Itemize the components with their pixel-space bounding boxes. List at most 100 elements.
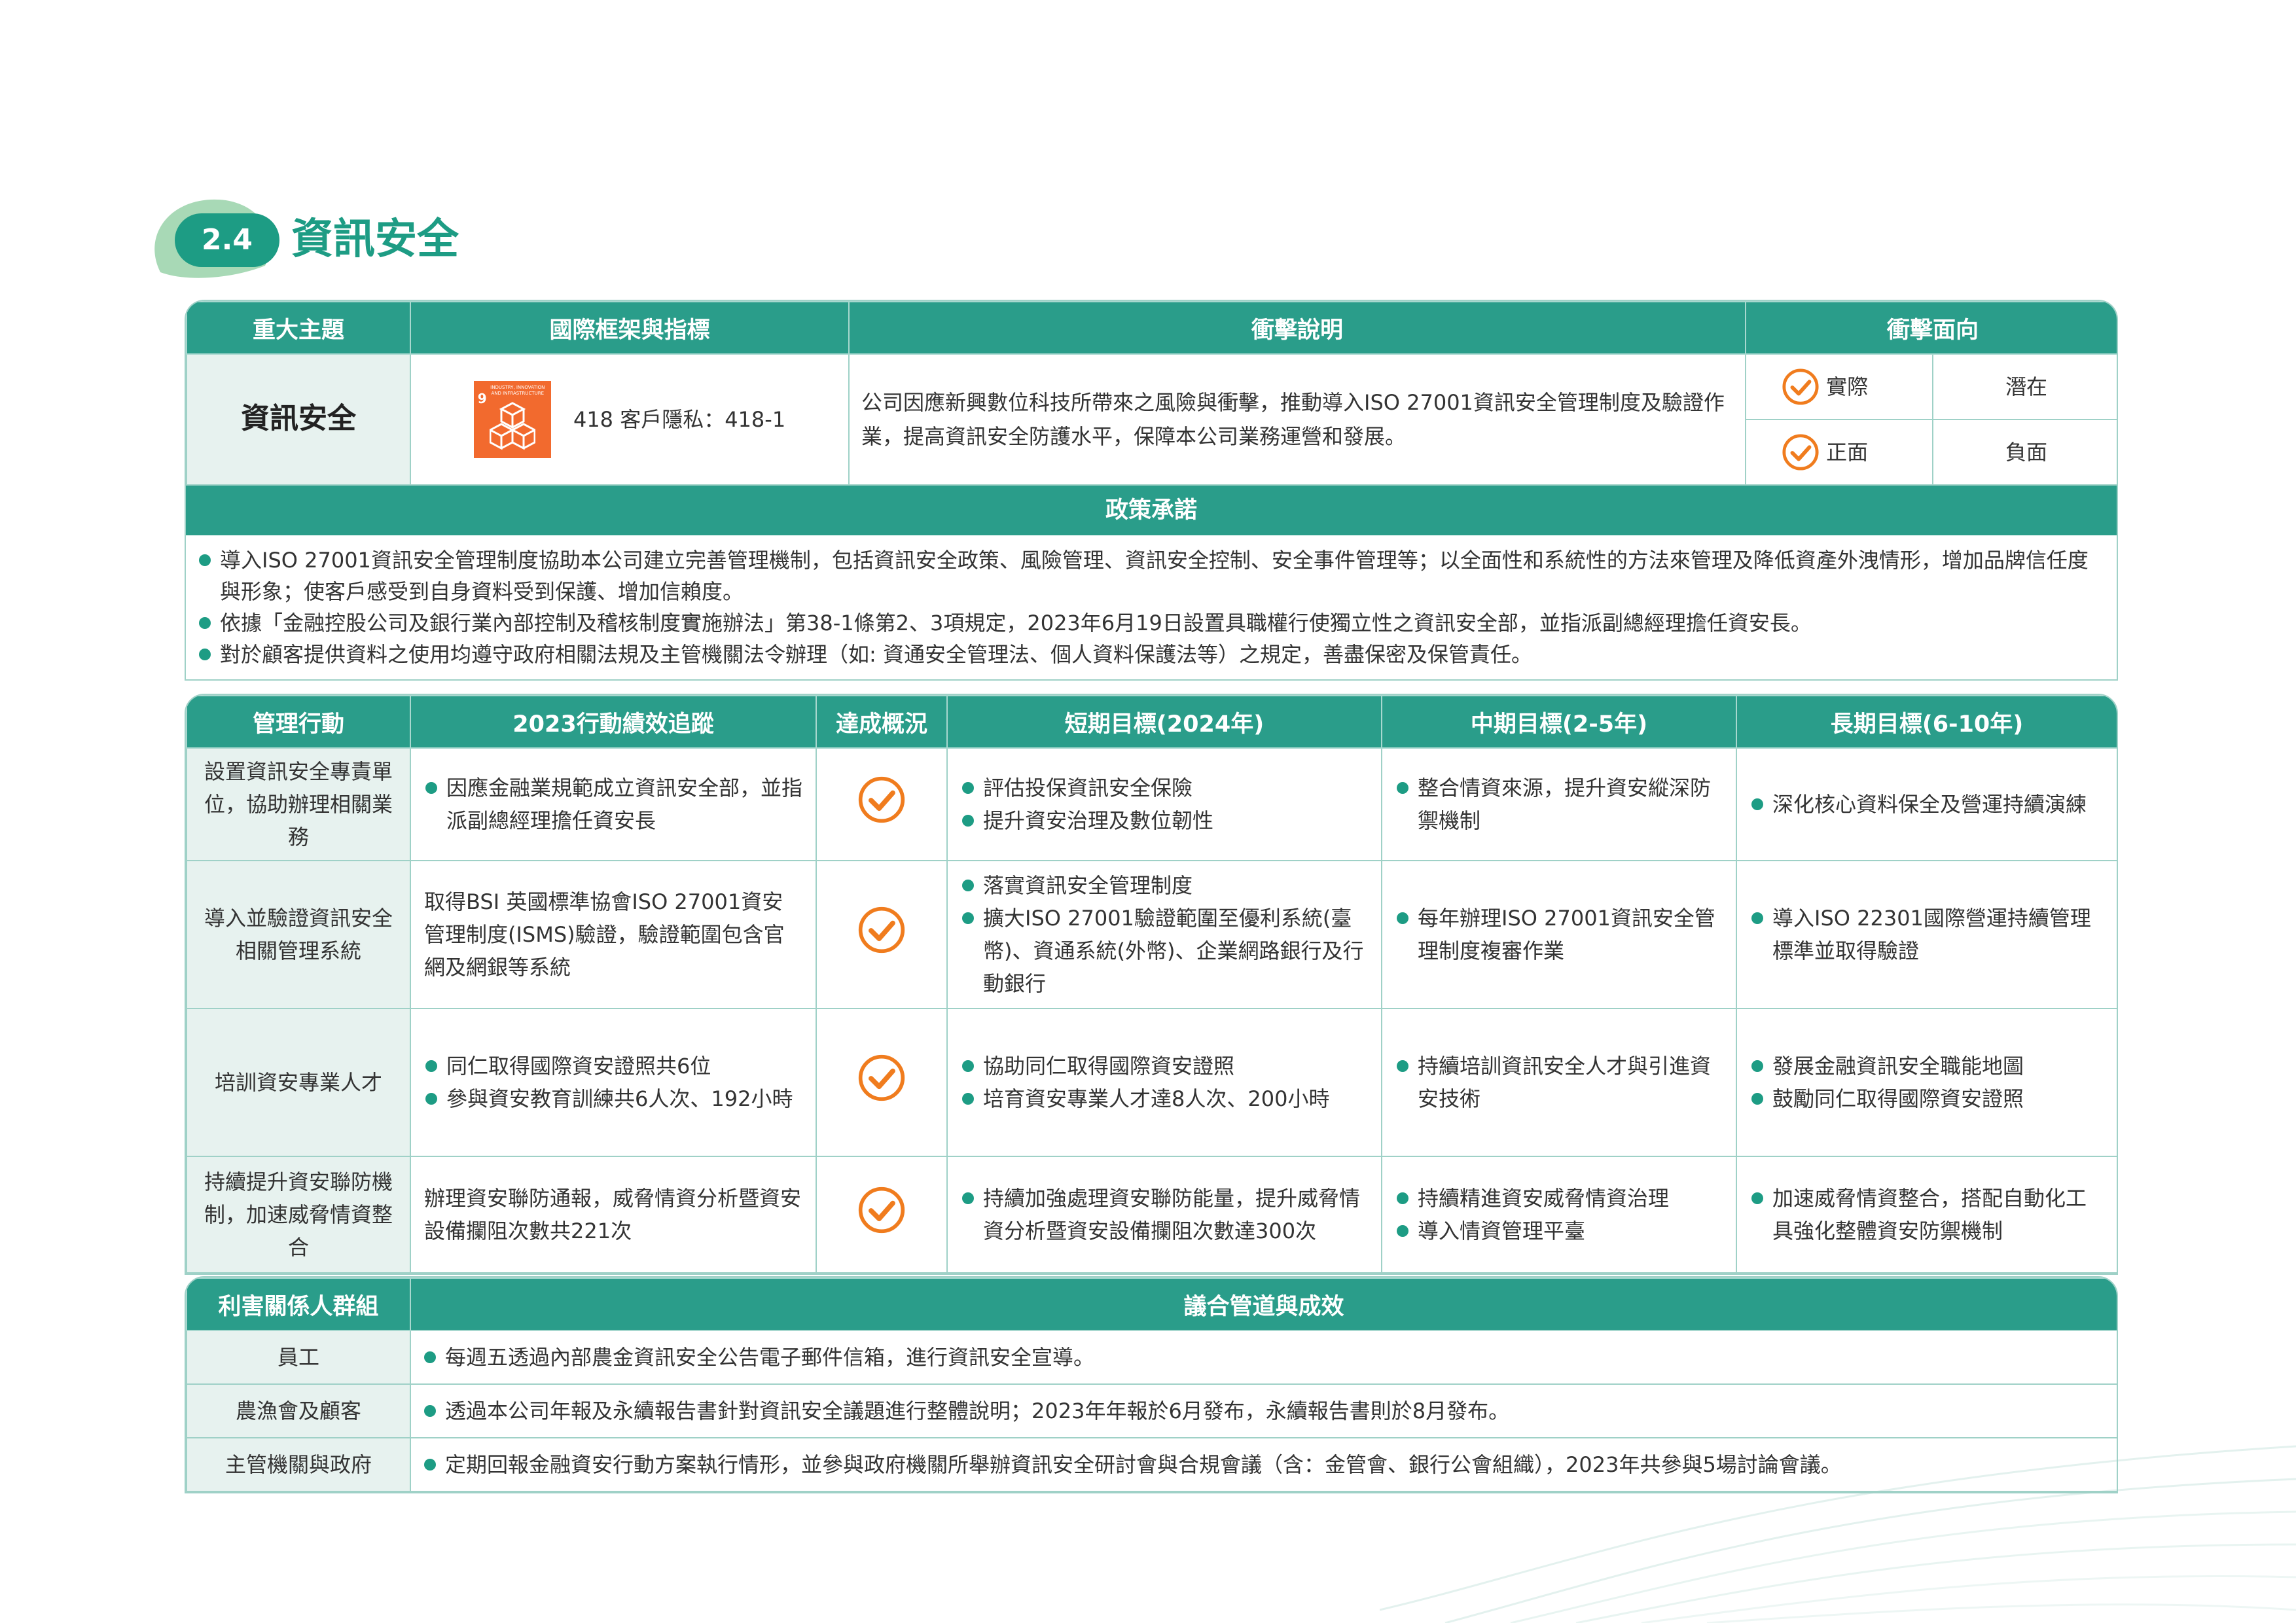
bullet-icon bbox=[425, 1093, 437, 1105]
bullet-icon bbox=[425, 782, 437, 794]
header-impact: 衝擊說明 bbox=[848, 301, 1746, 355]
bullet-icon bbox=[424, 1405, 436, 1417]
engagement-cell: 透過本公司年報及永續報告書針對資訊安全議題進行整體說明；2023年年報於6月發布… bbox=[410, 1383, 2117, 1438]
list-item: 持續培訓資訊安全人才與引進資安技術 bbox=[1395, 1050, 1723, 1115]
indicator-text: 418 客戶隱私：418-1 bbox=[573, 407, 786, 432]
table-row: 員工 每週五透過內部農金資訊安全公告電子郵件信箱，進行資訊安全宣導。 bbox=[186, 1330, 2117, 1385]
check-circle-icon bbox=[857, 1186, 906, 1240]
list-item: 提升資安治理及數位韌性 bbox=[961, 804, 1368, 837]
bullet-icon bbox=[199, 554, 211, 566]
actions-table: 管理行動 2023行動績效追蹤 達成概況 短期目標(2024年) 中期目標(2-… bbox=[186, 695, 2117, 1274]
header-short-term: 短期目標(2024年) bbox=[946, 695, 1382, 749]
stakeholder-group: 主管機關與政府 bbox=[186, 1437, 411, 1492]
actions-card: 管理行動 2023行動績效追蹤 達成概況 短期目標(2024年) 中期目標(2-… bbox=[185, 694, 2118, 1275]
status-cell bbox=[816, 1156, 948, 1274]
aspect-actual: 實際 bbox=[1826, 374, 1869, 399]
header-engagement: 議合管道與成效 bbox=[410, 1277, 2117, 1331]
check-circle-icon bbox=[857, 906, 906, 960]
mid-term-cell: 每年辦理ISO 27001資訊安全管理制度複審作業 bbox=[1381, 860, 1737, 1009]
check-circle-icon bbox=[1782, 368, 1819, 405]
list-item: 評估投保資訊安全保險 bbox=[961, 772, 1368, 804]
check-circle-icon bbox=[857, 1054, 906, 1108]
framework-cell: 9 INDUSTRY, INNOVATION AND INFRASTRUCTUR… bbox=[410, 353, 850, 486]
bullet-icon bbox=[962, 1192, 974, 1204]
sdg-9-icon: 9 INDUSTRY, INNOVATION AND INFRASTRUCTUR… bbox=[473, 381, 551, 458]
section-number: 2.4 bbox=[175, 213, 279, 267]
list-item: 發展金融資訊安全職能地圖 bbox=[1750, 1050, 2104, 1082]
list-item: 同仁取得國際資安證照共6位 bbox=[424, 1050, 802, 1082]
policy-item: 導入ISO 27001資訊安全管理制度協助本公司建立完善管理機制，包括資訊安全政… bbox=[198, 544, 2105, 607]
stakeholder-table: 利害關係人群組 議合管道與成效 員工 每週五透過內部農金資訊安全公告電子郵件信箱，… bbox=[186, 1277, 2117, 1492]
list-item: 鼓勵同仁取得國際資安證照 bbox=[1750, 1082, 2104, 1115]
policy-item: 依據「金融控股公司及銀行業內部控制及稽核制度實施辦法」第38-1條第2、3項規定… bbox=[198, 607, 2105, 639]
bullet-icon bbox=[1397, 1192, 1408, 1204]
section-heading: 2.4 資訊安全 bbox=[134, 194, 723, 279]
bullet-icon bbox=[1397, 782, 1408, 794]
header-status: 達成概況 bbox=[816, 695, 948, 749]
aspect-actual-cell: 實際 bbox=[1745, 353, 1933, 420]
table-row: 導入並驗證資訊安全相關管理系統 取得BSI 英國標準協會ISO 27001資安管理… bbox=[186, 860, 2117, 1009]
action-cell: 導入並驗證資訊安全相關管理系統 bbox=[186, 860, 411, 1009]
performance-cell: 因應金融業規範成立資訊安全部，並指派副總經理擔任資安長 bbox=[410, 747, 817, 861]
list-item: 深化核心資料保全及營運持續演練 bbox=[1750, 788, 2104, 821]
table-row: 農漁會及顧客 透過本公司年報及永續報告書針對資訊安全議題進行整體說明；2023年年… bbox=[186, 1383, 2117, 1438]
topic-table: 重大主題 國際框架與指標 衝擊說明 衝擊面向 資訊安全 9 INDUSTRY, … bbox=[186, 301, 2117, 486]
short-term-cell: 評估投保資訊安全保險 提升資安治理及數位韌性 bbox=[946, 747, 1382, 861]
policy-list: 導入ISO 27001資訊安全管理制度協助本公司建立完善管理機制，包括資訊安全政… bbox=[185, 535, 2118, 681]
list-item: 持續加強處理資安聯防能量，提升威脅情資分析暨資安設備攔阻次數達300次 bbox=[961, 1182, 1368, 1247]
section-title: 資訊安全 bbox=[291, 215, 459, 264]
bullet-icon bbox=[1751, 1060, 1763, 1072]
mid-term-cell: 整合情資來源，提升資安縱深防禦機制 bbox=[1381, 747, 1737, 861]
list-item: 參與資安教育訓練共6人次、192小時 bbox=[424, 1082, 802, 1115]
bullet-icon bbox=[199, 617, 211, 629]
status-cell bbox=[816, 1008, 948, 1157]
topic-name: 資訊安全 bbox=[241, 401, 356, 435]
policy-item: 對於顧客提供資料之使用均遵守政府相關法規及主管機關法令辦理（如: 資通安全管理法… bbox=[198, 639, 2105, 670]
aspect-potential: 潛在 bbox=[1931, 353, 2117, 420]
header-impact-aspect: 衝擊面向 bbox=[1744, 301, 2117, 355]
long-term-cell: 發展金融資訊安全職能地圖 鼓勵同仁取得國際資安證照 bbox=[1736, 1008, 2117, 1157]
action-cell: 培訓資安專業人才 bbox=[186, 1008, 411, 1157]
long-term-cell: 深化核心資料保全及營運持續演練 bbox=[1736, 747, 2117, 861]
long-term-cell: 加速威脅情資整合，搭配自動化工具強化整體資安防禦機制 bbox=[1736, 1156, 2117, 1274]
stakeholder-group: 農漁會及顧客 bbox=[186, 1383, 411, 1438]
action-cell: 持續提升資安聯防機制，加速威脅情資整合 bbox=[186, 1156, 411, 1274]
list-item: 持續精進資安威脅情資治理 bbox=[1395, 1182, 1723, 1215]
bullet-icon bbox=[1397, 912, 1408, 924]
status-cell bbox=[816, 860, 948, 1009]
aspect-positive-cell: 正面 bbox=[1745, 419, 1933, 486]
performance-cell: 辦理資安聯防通報，威脅情資分析暨資安設備攔阻次數共221次 bbox=[410, 1156, 817, 1274]
list-item: 導入情資管理平臺 bbox=[1395, 1215, 1723, 1247]
header-performance: 2023行動績效追蹤 bbox=[410, 695, 817, 749]
bullet-icon bbox=[962, 880, 974, 891]
list-item: 導入ISO 22301國際營運持續管理標準並取得驗證 bbox=[1750, 902, 2104, 967]
header-topic: 重大主題 bbox=[186, 301, 411, 355]
bullet-icon bbox=[1751, 1192, 1763, 1204]
table-row: 培訓資安專業人才 同仁取得國際資安證照共6位 參與資安教育訓練共6人次、192小時協… bbox=[186, 1008, 2117, 1157]
list-item: 培育資安專業人才達8人次、200小時 bbox=[961, 1082, 1368, 1115]
mid-term-cell: 持續精進資安威脅情資治理 導入情資管理平臺 bbox=[1381, 1156, 1737, 1274]
bullet-icon bbox=[424, 1351, 436, 1363]
header-framework: 國際框架與指標 bbox=[410, 301, 850, 355]
performance-cell: 同仁取得國際資安證照共6位 參與資安教育訓練共6人次、192小時 bbox=[410, 1008, 817, 1157]
aspect-positive: 正面 bbox=[1826, 440, 1869, 465]
short-term-cell: 落實資訊安全管理制度 擴大ISO 27001驗證範圍至優利系統(臺幣)、資通系統(… bbox=[946, 860, 1382, 1009]
aspect-negative: 負面 bbox=[1931, 419, 2117, 486]
list-item: 落實資訊安全管理制度 bbox=[961, 869, 1368, 902]
table-row: 設置資訊安全專責單位，協助辦理相關業務 因應金融業規範成立資訊安全部，並指派副總經… bbox=[186, 747, 2117, 861]
table-row: 主管機關與政府 定期回報金融資安行動方案執行情形，並參與政府機關所舉辦資訊安全研討… bbox=[186, 1437, 2117, 1492]
bullet-icon bbox=[962, 782, 974, 794]
bullet-icon bbox=[962, 1060, 974, 1072]
bullet-icon bbox=[962, 1093, 974, 1105]
list-item: 因應金融業規範成立資訊安全部，並指派副總經理擔任資安長 bbox=[424, 772, 802, 837]
bullet-icon bbox=[425, 1060, 437, 1072]
bullet-icon bbox=[1751, 798, 1763, 810]
bullet-icon bbox=[424, 1459, 436, 1471]
stakeholder-card: 利害關係人群組 議合管道與成效 員工 每週五透過內部農金資訊安全公告電子郵件信箱，… bbox=[185, 1276, 2118, 1493]
table-row: 持續提升資安聯防機制，加速威脅情資整合 辦理資安聯防通報，威脅情資分析暨資安設備攔… bbox=[186, 1156, 2117, 1274]
mid-term-cell: 持續培訓資訊安全人才與引進資安技術 bbox=[1381, 1008, 1737, 1157]
header-mid-term: 中期目標(2-5年) bbox=[1381, 695, 1737, 749]
check-circle-icon bbox=[857, 776, 906, 830]
topic-card: 重大主題 國際框架與指標 衝擊說明 衝擊面向 資訊安全 9 INDUSTRY, … bbox=[185, 300, 2118, 681]
header-action: 管理行動 bbox=[186, 695, 411, 749]
